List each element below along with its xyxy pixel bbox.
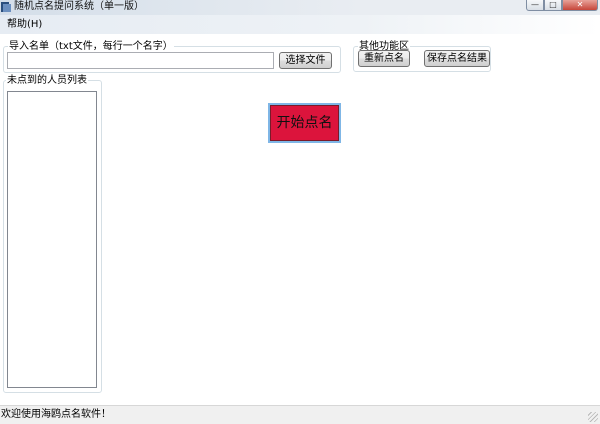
file-path-input[interactable] [7, 52, 274, 69]
close-button[interactable]: ✕ [562, 0, 598, 11]
import-group-legend: 导入名单（txt文件，每行一个名字） [8, 41, 174, 52]
menu-bar: 帮助(H) [0, 15, 600, 34]
choose-file-button[interactable]: 选择文件 [279, 52, 332, 69]
start-roll-call-button[interactable]: 开始点名 [270, 105, 339, 141]
window-title: 随机点名提问系统（单一版） [14, 1, 144, 12]
status-bar: 欢迎使用海鸥点名软件！ [0, 405, 600, 424]
status-text: 欢迎使用海鸥点名软件！ [1, 409, 111, 420]
menu-help[interactable]: 帮助(H) [7, 19, 42, 31]
unpicked-listbox[interactable] [7, 91, 97, 388]
maximize-icon: □ [549, 0, 557, 9]
resize-grip-icon[interactable] [588, 412, 598, 422]
title-bar[interactable]: 随机点名提问系统（单一版） — □ ✕ [0, 0, 600, 15]
reroll-button[interactable]: 重新点名 [358, 50, 410, 67]
maximize-button[interactable]: □ [544, 0, 562, 11]
close-icon: ✕ [576, 0, 584, 9]
minimize-icon: — [531, 0, 539, 9]
minimize-button[interactable]: — [526, 0, 544, 11]
save-results-button[interactable]: 保存点名结果 [424, 50, 490, 67]
window-controls: — □ ✕ [526, 0, 598, 12]
unpicked-list-legend: 未点到的人员列表 [6, 75, 88, 86]
app-icon [1, 2, 11, 12]
